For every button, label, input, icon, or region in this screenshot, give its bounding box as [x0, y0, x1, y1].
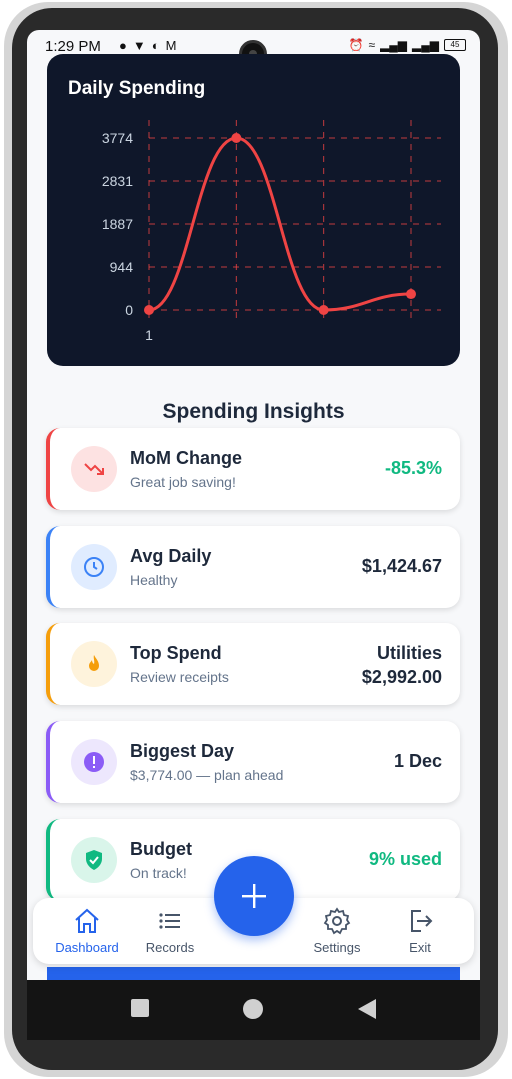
- fire-icon: [89, 655, 99, 671]
- x-tick-label: 1: [145, 327, 153, 343]
- back-button[interactable]: [357, 998, 377, 1020]
- gear-icon: [323, 907, 351, 935]
- browser-icon: ◐: [151, 38, 160, 53]
- chat-icon: ●: [119, 38, 127, 53]
- add-record-button[interactable]: [214, 856, 294, 936]
- y-tick-label: 0: [125, 302, 133, 318]
- home-icon: [75, 908, 99, 933]
- insight-icon-wrap: [71, 544, 117, 590]
- nav-settings-label: Settings: [313, 940, 361, 955]
- signal-icon-2: ▂▄▆: [412, 38, 439, 52]
- insight-label: Avg Daily: [130, 546, 212, 566]
- insights-title: Spending Insights: [162, 400, 345, 423]
- insight-value: Utilities $2,992.00: [362, 641, 442, 689]
- insight-card-mom-change[interactable]: MoM Change Great job saving! -85.3%: [46, 428, 460, 510]
- insight-label: Budget: [130, 839, 192, 859]
- app-screen: 1:29 PM ● ▼ ◐ M ⏰ ≈ ▂▄▆ ▂▄▆ 45 Daily Spe…: [27, 30, 480, 980]
- insight-value-category: Utilities: [376, 643, 442, 663]
- battery-icon: 45: [444, 39, 466, 51]
- alarm-icon: ⏰: [348, 38, 364, 52]
- nav-exit-label: Exit: [409, 940, 431, 955]
- system-status-icons: ⏰ ≈ ▂▄▆ ▂▄▆ 45: [349, 38, 466, 52]
- insight-icon-wrap: [71, 641, 117, 687]
- wifi-icon: ≈: [368, 38, 376, 52]
- insight-icon-wrap: [71, 739, 117, 785]
- clock-icon: [84, 557, 104, 577]
- insight-label: MoM Change: [130, 448, 242, 468]
- plus-icon: [242, 884, 266, 908]
- daily-spending-chart-card: Daily Spending 3774 2831 1887 944 0 1: [47, 54, 460, 366]
- insight-value: 9% used: [368, 849, 442, 869]
- nav-settings[interactable]: Settings: [297, 906, 377, 955]
- vpn-icon: ▼: [132, 38, 146, 53]
- insight-subtitle: Review receipts: [130, 669, 229, 685]
- insight-card-biggest-day[interactable]: Biggest Day $3,774.00 — plan ahead 1 Dec: [46, 721, 460, 803]
- data-point: [144, 305, 154, 315]
- insight-subtitle: Great job saving!: [130, 474, 236, 490]
- system-navigation-bar: [27, 980, 480, 1040]
- data-point: [231, 133, 242, 143]
- shield-check-icon: [86, 850, 102, 870]
- insight-value: $1,424.67: [361, 556, 442, 576]
- nav-dashboard[interactable]: Dashboard: [47, 906, 127, 955]
- list-icon: [159, 913, 180, 929]
- status-time: 1:29 PM: [45, 38, 101, 55]
- y-tick-label: 1887: [102, 216, 133, 232]
- y-tick-label: 2831: [102, 173, 133, 189]
- nav-dashboard-label: Dashboard: [55, 940, 119, 955]
- y-tick-label: 3774: [102, 130, 133, 146]
- nav-records-label: Records: [145, 940, 195, 955]
- insight-value-amount: $2,992.00: [361, 667, 442, 687]
- insight-label: Biggest Day: [130, 741, 235, 761]
- insight-value: -85.3%: [384, 458, 442, 478]
- daily-spending-chart: 3774 2831 1887 944 01: [102, 120, 441, 343]
- recent-apps-button[interactable]: [130, 998, 150, 1018]
- insight-icon-wrap: [71, 446, 117, 492]
- bottom-accent-strip: [47, 967, 460, 980]
- trending-down-icon: [84, 463, 104, 475]
- signal-icon: ▂▄▆: [380, 38, 408, 52]
- insight-subtitle: On track!: [130, 865, 187, 881]
- home-button[interactable]: [242, 998, 264, 1020]
- data-point: [406, 289, 416, 300]
- alert-icon: [84, 752, 104, 772]
- insight-card-top-spend[interactable]: Top Spend Review receipts Utilities $2,9…: [46, 623, 460, 705]
- mail-icon: M: [165, 38, 177, 53]
- notification-icons: ● ▼ ◐ M: [119, 38, 176, 53]
- y-tick-label: 944: [110, 259, 134, 275]
- insight-card-avg-daily[interactable]: Avg Daily Healthy $1,424.67: [46, 526, 460, 608]
- nav-records[interactable]: Records: [130, 906, 210, 955]
- insight-label: Top Spend: [130, 643, 222, 663]
- insight-subtitle: $3,774.00 — plan ahead: [130, 767, 284, 783]
- insight-value: 1 Dec: [393, 751, 442, 771]
- logout-icon: [411, 910, 433, 932]
- data-point: [318, 305, 329, 315]
- insight-icon-wrap: [71, 837, 117, 883]
- insight-subtitle: Healthy: [130, 572, 178, 588]
- nav-exit[interactable]: Exit: [380, 906, 460, 955]
